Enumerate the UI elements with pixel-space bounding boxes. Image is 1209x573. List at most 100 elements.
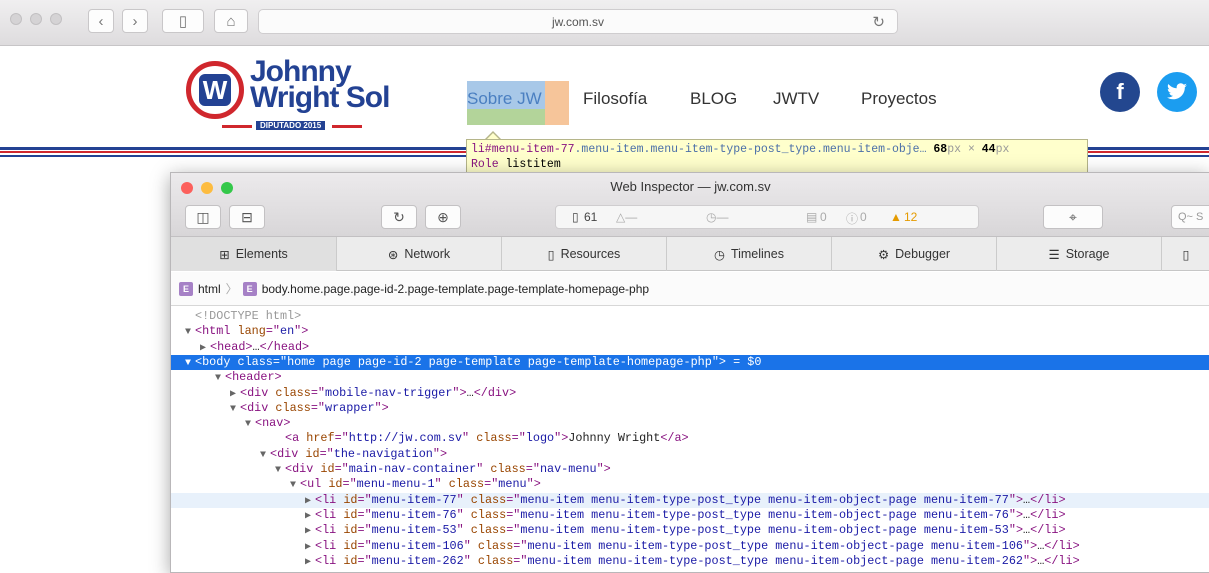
dom-node[interactable]: ▼ <body class="home page page-id-2 page-t… [171,354,1209,371]
dom-node[interactable]: ▶ <head>…</head> [171,340,1209,355]
disclosure-triangle-icon[interactable]: ▼ [275,463,285,478]
tooltip-unit-1: px [947,143,962,156]
inspect-highlight-margin [545,81,569,125]
dom-token: =" [310,385,325,400]
tab-debugger[interactable]: ⚙ Debugger [832,237,997,271]
disclosure-triangle-icon[interactable]: ▶ [305,540,315,555]
dom-node[interactable]: <!DOCTYPE html> [171,309,1209,324]
dom-token: <header> [225,370,282,385]
dom-token: =" [357,538,372,553]
inspect-highlight-padding [467,109,545,125]
dom-tree: <!DOCTYPE html> ▼ <html lang="en"> ▶ <head>…… [171,307,1209,572]
minimize-window-button[interactable] [30,13,42,25]
url-text: jw.com.sv [551,14,604,29]
tab-network[interactable]: ⊛ Network [337,237,502,271]
dom-token: <li [315,553,344,568]
twitter-icon[interactable] [1157,72,1197,112]
dom-node[interactable]: ▼ <nav> [171,416,1209,431]
dom-node[interactable]: ▶ <li id="menu-item-76" class="menu-item … [171,508,1209,523]
dom-token: id [320,462,335,476]
tooltip-width: 68 [933,143,948,156]
tab-timelines-label: Timelines [730,247,784,261]
disclosure-triangle-icon[interactable]: ▶ [200,341,210,356]
dom-node[interactable]: ▼ <div id="main-nav-container" class="nav… [171,462,1209,477]
back-button[interactable]: ‹ [88,9,114,33]
tooltip-selector-line: li#menu-item-77.menu-item.menu-item-type… [471,142,1083,157]
dom-token: =" [506,492,521,507]
elements-icon: ⊞ [219,247,230,262]
sidebar-button[interactable]: ▯ [162,9,204,33]
dom-token: <!DOCTYPE html> [195,309,302,323]
disclosure-triangle-icon[interactable]: ▶ [305,524,315,539]
disclosure-triangle-icon[interactable]: ▼ [245,417,255,432]
tab-more[interactable]: ▯ [1162,237,1209,271]
dom-token: <div [240,385,276,400]
disclosure-triangle-icon[interactable]: ▶ [305,555,315,570]
disclosure-triangle-icon[interactable]: ▼ [230,402,240,417]
reload-page-button[interactable]: ↻ [381,205,417,229]
disclosure-triangle-icon[interactable]: ▼ [215,371,225,386]
nav-item-sobre-jw[interactable]: Sobre JW [467,89,542,109]
dom-node[interactable]: ▶ <li id="menu-item-77" class="menu-item … [171,492,1209,509]
dom-node[interactable]: ▼ <header> [171,370,1209,385]
dom-token: " [456,507,471,522]
forward-button[interactable]: › [122,9,148,33]
warnings-count[interactable]: 12 [904,210,917,224]
breadcrumb-html[interactable]: html [198,282,221,296]
dom-node[interactable]: ▶ <li id="menu-item-262" class="menu-item… [171,554,1209,569]
tab-storage[interactable]: ☰ Storage [997,237,1162,271]
inspect-element-button[interactable]: ⌖ [1043,205,1103,229]
dom-node[interactable]: ▼ <html lang="en"> [171,324,1209,339]
tab-elements[interactable]: ⊞ Elements [171,237,337,271]
disclosure-triangle-icon[interactable]: ▶ [230,387,240,402]
tab-timelines[interactable]: ◷ Timelines [667,237,832,271]
nav-item-jwtv[interactable]: JWTV [773,89,819,109]
tooltip-role-label: Role [471,158,499,171]
search-field[interactable]: Q~ S [1171,205,1209,229]
inspector-titlebar: Web Inspector — jw.com.sv ◫ ⊟ ↻ ⊕ ▯ 61 △… [171,173,1209,237]
dom-token: menu-item menu-item-type-post_type menu-… [520,523,1009,538]
dom-token: class [477,553,514,568]
nav-item-proyectos[interactable]: Proyectos [861,89,937,109]
nav-item-blog[interactable]: BLOG [690,89,737,109]
timelines-icon: ◷ [714,247,725,262]
dom-token: "> [711,354,726,369]
home-button[interactable]: ⌂ [214,9,248,33]
reload-icon[interactable]: ↻ [872,13,885,31]
dom-token: =" [334,431,349,446]
dom-token: class [448,477,485,492]
dom-node[interactable]: ▼ <ul id="menu-menu-1" class="menu"> [171,477,1209,492]
download-archive-button[interactable]: ⊕ [425,205,461,229]
close-window-button[interactable] [10,13,22,25]
disclosure-triangle-icon[interactable]: ▼ [185,356,195,371]
dom-token: <div [285,462,321,476]
tab-resources[interactable]: ▯ Resources [502,237,667,271]
warning-icon[interactable]: ▲ [890,210,902,224]
zoom-window-button[interactable] [50,13,62,25]
logo-icon[interactable]: W [186,61,244,119]
breadcrumb-body[interactable]: body.home.page.page-id-2.page-template.p… [262,282,649,296]
dom-node[interactable]: <a href="http://jw.com.sv" class="logo">… [171,431,1209,446]
disclosure-triangle-icon[interactable]: ▶ [305,509,315,524]
address-bar[interactable]: jw.com.sv ↻ [258,9,898,34]
resources-icon: ▯ [572,210,579,224]
element-icon: E [179,281,193,296]
dom-node[interactable]: ▶ <li id="menu-item-106" class="menu-item… [171,539,1209,554]
facebook-icon[interactable]: f [1100,72,1140,112]
dom-token: "> [1023,538,1038,553]
dom-token: <ul [300,477,329,492]
web-inspector-window: Web Inspector — jw.com.sv ◫ ⊟ ↻ ⊕ ▯ 61 △… [170,172,1209,573]
dom-node[interactable]: ▶ <li id="menu-item-53" class="menu-item … [171,523,1209,538]
disclosure-triangle-icon[interactable]: ▶ [305,494,315,509]
dom-node[interactable]: ▼ <div class="wrapper"> [171,401,1209,416]
nav-item-filosofia[interactable]: Filosofía [583,89,647,109]
logo-text[interactable]: Johnny Wright Sol [250,57,390,113]
dom-node[interactable]: ▶ <div class="mobile-nav-trigger">…</div> [171,386,1209,401]
dom-node[interactable]: ▼ <div id="the-navigation"> [171,447,1209,462]
dom-token: menu-menu-1 [356,477,435,492]
disclosure-triangle-icon[interactable]: ▼ [290,478,300,493]
dock-side-button[interactable]: ◫ [185,205,221,229]
disclosure-triangle-icon[interactable]: ▼ [185,325,195,340]
dock-bottom-button[interactable]: ⊟ [229,205,265,229]
disclosure-triangle-icon[interactable]: ▼ [260,448,270,463]
